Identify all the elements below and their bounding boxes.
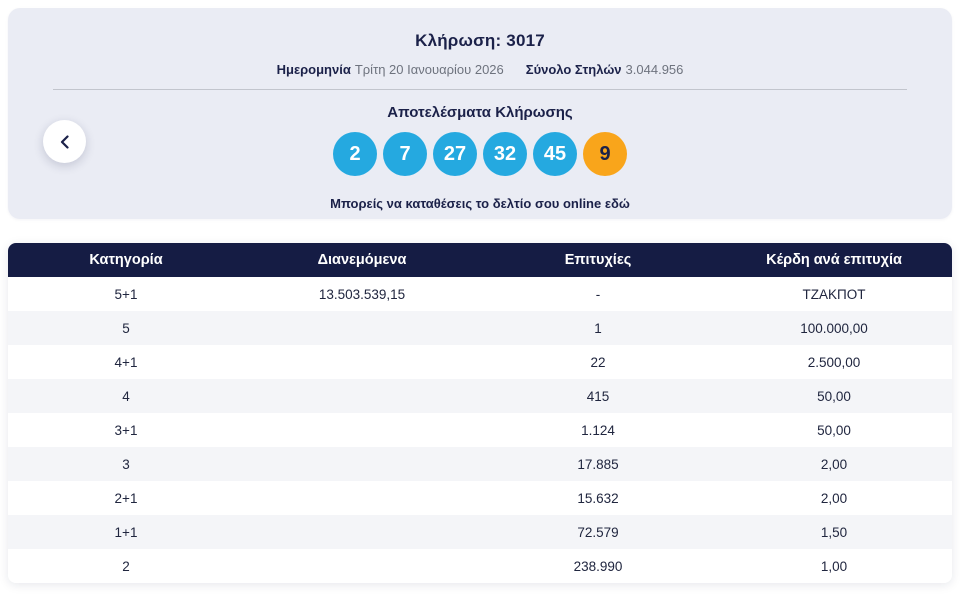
table-cell: 4 — [122, 388, 130, 404]
results-table: Κατηγορία Διανεμόμενα Επιτυχίες Κέρδη ανά ε… — [8, 243, 952, 583]
table-cell: - — [595, 286, 601, 302]
table-body: 5+1 13.503.539,15 - ΤΖΑΚΠΟΤ 5 1 100.000,00 4+1 2… — [8, 277, 952, 583]
table-cell: 3 — [122, 456, 130, 472]
table-cell: 415 — [586, 388, 610, 404]
column-header: Επιτυχίες — [564, 252, 632, 268]
table-cell: 50,00 — [817, 422, 851, 438]
table-row: 4+1 22 2.500,00 — [8, 345, 952, 379]
table-cell: 5 — [122, 320, 130, 336]
table-cell: 1,50 — [820, 524, 848, 540]
table-row: 4 415 50,00 — [8, 379, 952, 413]
columns-value: 3.044.956 — [625, 62, 684, 77]
column-header: Διανεμόμενα — [317, 252, 407, 268]
table-row: 2+1 15.632 2,00 — [8, 481, 952, 515]
table-row: 3+1 1.124 50,00 — [8, 413, 952, 447]
table-cell: 2+1 — [114, 490, 138, 506]
table-row: 5+1 13.503.539,15 - ΤΖΑΚΠΟΤ — [8, 277, 952, 311]
number-ball: 7 — [383, 132, 427, 176]
draw-meta: Ημερομηνία Τρίτη 20 Ιανουαρίου 2026 Σύνολ… — [8, 62, 952, 77]
columns-label: Σύνολο Στηλών — [525, 62, 622, 77]
table-cell: 3+1 — [114, 422, 138, 438]
table-cell: 1.124 — [581, 422, 615, 438]
winning-numbers: 2 7 27 32 45 9 — [8, 132, 952, 176]
table-cell: 238.990 — [573, 558, 623, 574]
table-cell: 1+1 — [114, 524, 138, 540]
table-cell: 2 — [122, 558, 130, 574]
previous-draw-button[interactable] — [43, 120, 86, 163]
date-value: Τρίτη 20 Ιανουαρίου 2026 — [354, 62, 504, 77]
table-cell: 2,00 — [820, 456, 848, 472]
column-header: Κατηγορία — [89, 252, 163, 268]
table-cell: ΤΖΑΚΠΟΤ — [802, 286, 866, 302]
total-columns: Σύνολο Στηλών 3.044.956 — [526, 62, 684, 77]
table-cell: 50,00 — [817, 388, 851, 404]
results-title: Αποτελέσματα Κλήρωσης — [387, 104, 573, 121]
online-ticket-link[interactable]: Μπορείς να καταθέσεις το δελτίο σου onli… — [8, 196, 952, 211]
table-cell: 1,00 — [820, 558, 848, 574]
number-ball: 45 — [533, 132, 577, 176]
table-cell: 13.503.539,15 — [318, 286, 406, 302]
number-ball: 27 — [433, 132, 477, 176]
table-row: 1+1 72.579 1,50 — [8, 515, 952, 549]
table-cell: 15.632 — [577, 490, 619, 506]
number-ball: 2 — [333, 132, 377, 176]
draw-title: Κλήρωση: 3017 — [415, 31, 545, 50]
date-label: Ημερομηνία — [276, 62, 351, 77]
table-cell: 1 — [594, 320, 602, 336]
table-cell: 17.885 — [577, 456, 619, 472]
divider — [53, 89, 907, 90]
column-header: Κέρδη ανά επιτυχία — [766, 252, 902, 268]
table-cell: 22 — [590, 354, 606, 370]
bonus-number-ball: 9 — [583, 132, 627, 176]
number-ball: 32 — [483, 132, 527, 176]
table-row: 2 238.990 1,00 — [8, 549, 952, 583]
table-cell: 72.579 — [577, 524, 619, 540]
draw-date: Ημερομηνία Τρίτη 20 Ιανουαρίου 2026 — [277, 62, 504, 77]
table-cell: 2,00 — [820, 490, 848, 506]
table-cell: 5+1 — [114, 286, 138, 302]
table-cell: 4+1 — [114, 354, 138, 370]
draw-summary-card: Κλήρωση: 3017 Ημερομηνία Τρίτη 20 Ιανουαρ… — [8, 8, 952, 219]
table-cell: 2.500,00 — [807, 354, 861, 370]
table-row: 5 1 100.000,00 — [8, 311, 952, 345]
table-cell: 100.000,00 — [800, 320, 868, 336]
table-row: 3 17.885 2,00 — [8, 447, 952, 481]
chevron-left-icon — [60, 134, 69, 149]
table-header-row: Κατηγορία Διανεμόμενα Επιτυχίες Κέρδη ανά ε… — [8, 243, 952, 277]
